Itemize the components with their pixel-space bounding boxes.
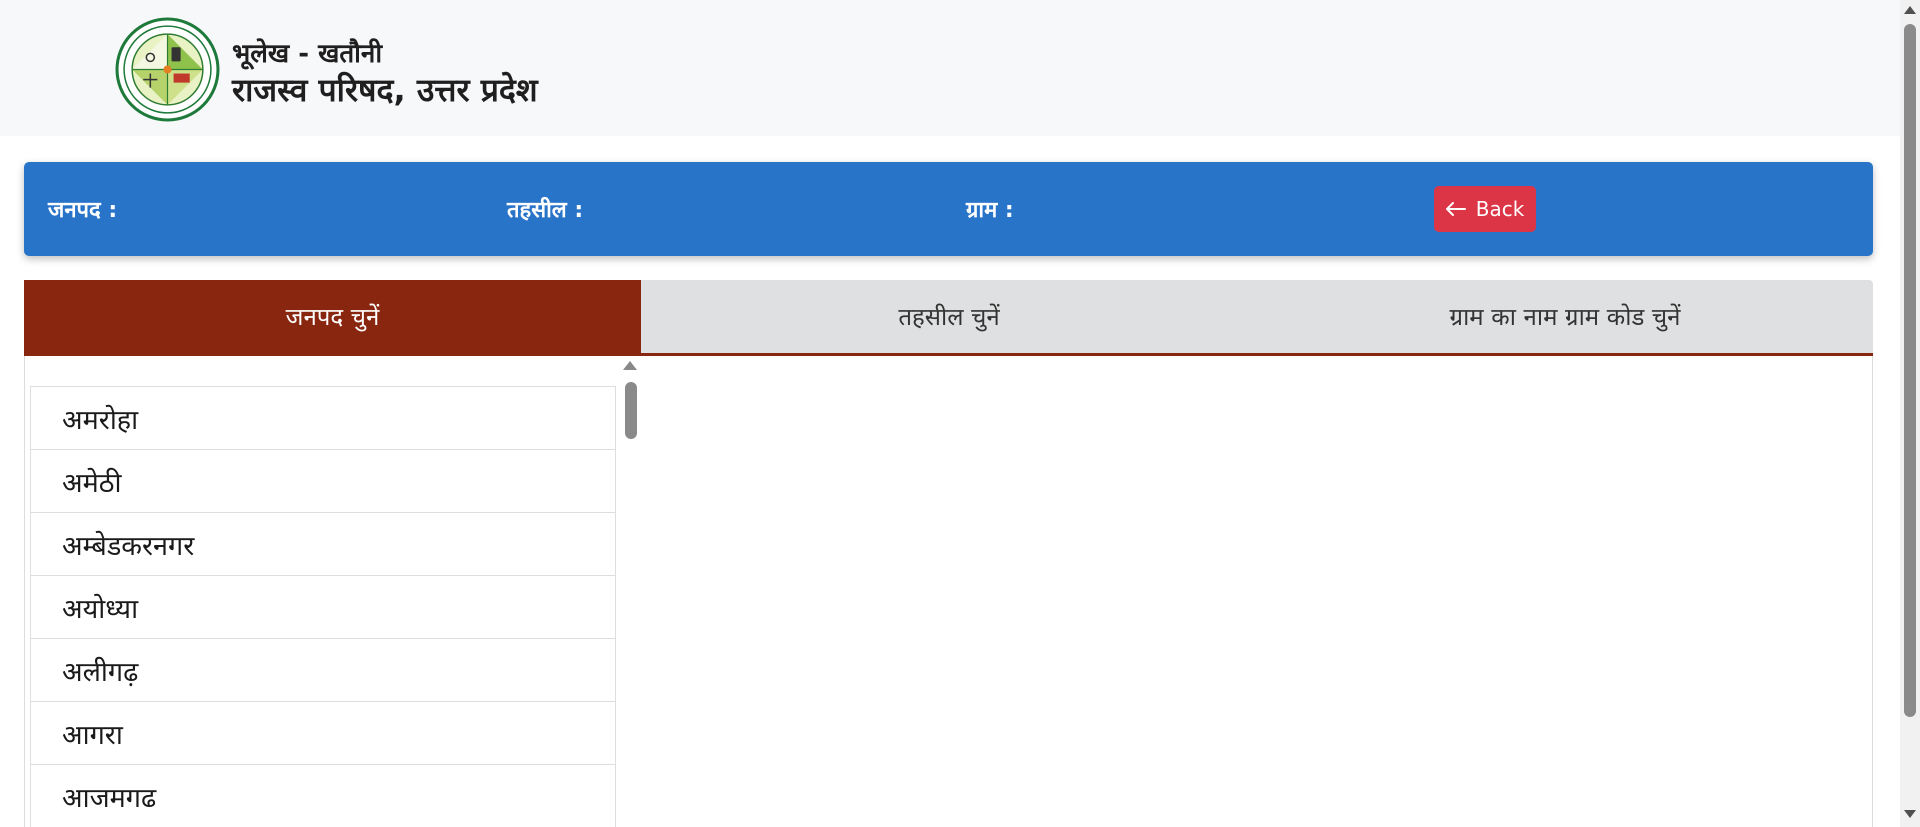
page-scrollbar-thumb[interactable] (1904, 24, 1916, 717)
back-button[interactable]: Back (1434, 186, 1536, 232)
district-label: जनपद : (48, 198, 118, 223)
selection-tabs: जनपद चुनें तहसील चुनें ग्राम का नाम ग्रा… (24, 280, 1873, 356)
site-header: भूलेख - खतौनी राजस्व परिषद, उत्तर प्रदेश (0, 0, 1900, 136)
district-panel: अमरोहा अमेठी अम्बेडकरनगर अयोध्या अलीगढ़ … (24, 356, 1873, 827)
page-scroll-down-arrow[interactable] (1904, 810, 1916, 818)
list-scrollbar-thumb[interactable] (625, 382, 637, 439)
tehsil-label: तहसील : (507, 198, 584, 223)
village-label: ग्राम : (966, 198, 1014, 223)
district-item-agra[interactable]: आगरा (30, 702, 616, 765)
page-scroll-up-arrow[interactable] (1904, 6, 1916, 14)
list-scroll-up-arrow[interactable] (623, 361, 637, 370)
district-item-ambedkarnagar[interactable]: अम्बेडकरनगर (30, 513, 616, 576)
revenue-board-seal-icon[interactable] (115, 17, 220, 122)
site-subtitle: भूलेख - खतौनी (232, 39, 383, 69)
site-title: राजस्व परिषद, उत्तर प्रदेश (232, 71, 538, 109)
tab-select-district[interactable]: जनपद चुनें (24, 280, 641, 353)
arrow-left-icon (1445, 202, 1466, 216)
back-button-label: Back (1475, 197, 1525, 221)
tab-select-village[interactable]: ग्राम का नाम ग्राम कोड चुनें (1257, 280, 1873, 353)
tab-select-tehsil[interactable]: तहसील चुनें (641, 280, 1257, 353)
selection-summary-bar: जनपद : तहसील : ग्राम : Back (24, 162, 1873, 256)
page-scrollbar[interactable] (1900, 0, 1920, 827)
district-item-azamgarh[interactable]: आजमगढ (30, 765, 616, 827)
district-item-amethi[interactable]: अमेठी (30, 450, 616, 513)
district-item-ayodhya[interactable]: अयोध्या (30, 576, 616, 639)
district-list: अमरोहा अमेठी अम्बेडकरनगर अयोध्या अलीगढ़ … (30, 386, 616, 827)
district-item-amroha[interactable]: अमरोहा (30, 386, 616, 450)
district-item-aligarh[interactable]: अलीगढ़ (30, 639, 616, 702)
